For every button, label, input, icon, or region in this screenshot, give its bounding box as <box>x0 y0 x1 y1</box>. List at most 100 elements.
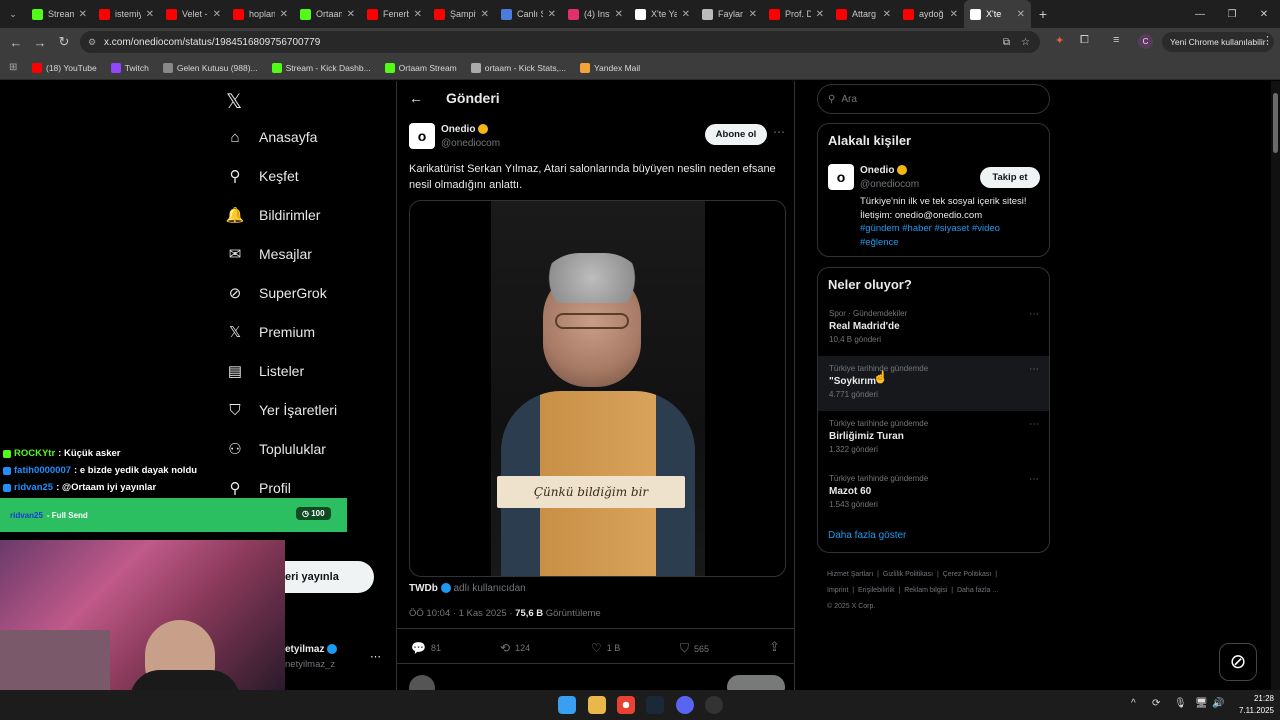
bookmark-item[interactable]: (18) YouTube <box>32 62 97 73</box>
grok-floating-icon[interactable]: ⊘ <box>1219 643 1257 681</box>
tab-close-icon[interactable]: ✕ <box>481 9 489 20</box>
app-icon[interactable] <box>705 696 723 714</box>
browser-tab[interactable]: aydoğ ✕ <box>897 0 964 28</box>
bookmark-item[interactable]: Stream - Kick Dashb... <box>271 62 371 73</box>
bookmark-button[interactable]: ⛉ 565 <box>680 641 709 656</box>
account-name-row[interactable]: etyilmaz <box>285 644 338 655</box>
mic-icon[interactable]: 🎙 <box>1174 698 1187 709</box>
browser-tab[interactable]: Velet - ✕ <box>160 0 227 28</box>
discord-icon[interactable] <box>676 696 694 714</box>
account-more-icon[interactable]: ⋯ <box>370 650 381 663</box>
browser-tab[interactable]: hoplan ✕ <box>227 0 294 28</box>
tab-close-icon[interactable]: ✕ <box>749 9 757 20</box>
trend-item[interactable]: Türkiye tarihinde gündemde "Soykırım" 4.77… <box>818 356 1049 411</box>
tab-close-icon[interactable]: ✕ <box>146 9 154 20</box>
browser-tab[interactable]: X'te Ya ✕ <box>629 0 696 28</box>
post-button[interactable]: eri yayınla <box>285 561 374 593</box>
profile-avatar[interactable]: C <box>1138 34 1153 49</box>
repost-button[interactable]: ⟲ 124 <box>500 641 530 655</box>
chrome-update-button[interactable]: Yeni Chrome kullanılabilir <box>1162 32 1274 52</box>
author-name-row[interactable]: Onedio <box>441 124 489 135</box>
footer-link[interactable]: Çerez Politikası <box>943 571 992 578</box>
bookmark-item[interactable]: ortaam - Kick Stats,... <box>470 62 566 73</box>
scrollbar[interactable] <box>1271 81 1280 690</box>
tab-close-icon[interactable]: ✕ <box>414 9 422 20</box>
footer-link[interactable]: Imprint <box>827 587 848 594</box>
search-box[interactable]: ⚲ Ara <box>817 84 1050 114</box>
clock[interactable]: 21:28 7.11.2025 <box>1230 693 1274 717</box>
menu-icon[interactable]: ⋮ <box>1262 34 1273 47</box>
new-tab-button[interactable]: + <box>1031 6 1055 22</box>
browser-tab[interactable]: Şampiy ✕ <box>428 0 495 28</box>
file-explorer-icon[interactable] <box>588 696 606 714</box>
tab-close-icon[interactable]: ✕ <box>950 9 958 20</box>
browser-tab[interactable]: istemiy ✕ <box>93 0 160 28</box>
forward-icon[interactable]: → <box>28 35 52 50</box>
trend-more-icon[interactable]: ⋯ <box>1029 364 1039 375</box>
minimize-icon[interactable]: — <box>1184 9 1216 20</box>
follow-button[interactable]: Takip et <box>980 167 1040 188</box>
video-attribution[interactable]: TWDb adlı kullanıcıdan <box>409 583 526 594</box>
tab-close-icon[interactable]: ✕ <box>883 9 891 20</box>
sidebar-item-grok[interactable]: ⊘ SuperGrok <box>226 284 327 302</box>
chrome-icon[interactable] <box>617 696 635 714</box>
relevant-name-row[interactable]: Onedio <box>860 165 908 176</box>
tab-search-icon[interactable]: ⌄ <box>0 9 26 20</box>
browser-tab[interactable]: Canlı S ✕ <box>495 0 562 28</box>
sidebar-item-home[interactable]: ⌂ Anasayfa <box>226 128 317 146</box>
install-icon[interactable]: ⧉ <box>1003 37 1010 48</box>
tray-chevron-icon[interactable]: ^ <box>1131 698 1136 709</box>
back-icon[interactable]: ← <box>4 35 28 50</box>
tab-close-icon[interactable]: ✕ <box>347 9 355 20</box>
reply-submit-button[interactable] <box>727 675 785 690</box>
tab-close-icon[interactable]: ✕ <box>682 9 690 20</box>
tab-close-icon[interactable]: ✕ <box>280 9 288 20</box>
footer-link[interactable]: Erişilebilirlik <box>858 587 895 594</box>
volume-icon[interactable]: 🔊 <box>1212 698 1224 709</box>
close-window-icon[interactable]: ✕ <box>1248 9 1280 20</box>
sidebar-item-bookmark[interactable]: ⛉ Yer İşaretleri <box>226 401 337 419</box>
footer-link[interactable]: Daha fazla ... <box>957 587 998 594</box>
extension-icon[interactable]: ✦ <box>1055 34 1064 47</box>
bookmark-item[interactable]: Yandex Mail <box>580 62 640 73</box>
footer-link[interactable]: Hizmet Şartları <box>827 571 873 578</box>
network-icon[interactable]: 🖥 <box>1195 698 1208 709</box>
browser-tab[interactable]: (4) Inst ✕ <box>562 0 629 28</box>
trend-more-icon[interactable]: ⋯ <box>1029 419 1039 430</box>
relevant-avatar[interactable]: o <box>828 164 854 190</box>
sidebar-item-list[interactable]: ▤ Listeler <box>226 362 304 380</box>
like-button[interactable]: ♡ 1 B <box>591 641 620 655</box>
windows-start-icon[interactable] <box>558 696 576 714</box>
trend-more-icon[interactable]: ⋯ <box>1029 309 1039 320</box>
browser-tab[interactable]: Prof. D ✕ <box>763 0 830 28</box>
bookmark-item[interactable]: Gelen Kutusu (988)... <box>162 62 258 73</box>
back-arrow-icon[interactable]: ← <box>409 90 423 106</box>
apps-icon[interactable]: ⊞ <box>9 62 17 73</box>
share-icon[interactable]: ⇪ <box>769 639 780 655</box>
sidebar-item-mail[interactable]: ✉ Mesajlar <box>226 245 312 263</box>
browser-tab[interactable]: Faylar ✕ <box>696 0 763 28</box>
bookmark-item[interactable]: Ortaam Stream <box>384 62 457 73</box>
tab-close-icon[interactable]: ✕ <box>1017 9 1025 20</box>
trend-more-icon[interactable]: ⋯ <box>1029 474 1039 485</box>
star-icon[interactable]: ☆ <box>1021 37 1030 48</box>
address-bar[interactable]: ⚙ x.com/onediocom/status/198451680975670… <box>80 31 1040 53</box>
x-logo[interactable]: 𝕏 <box>226 89 242 114</box>
tab-close-icon[interactable]: ✕ <box>816 9 824 20</box>
steam-icon[interactable] <box>646 696 664 714</box>
trend-item[interactable]: Türkiye tarihinde gündemde Mazot 60 1.543 … <box>818 466 1049 521</box>
reload-icon[interactable]: ↻ <box>52 34 76 50</box>
browser-tab[interactable]: X'te ✕ <box>964 0 1031 28</box>
footer-link[interactable]: Reklam bilgisi <box>904 587 947 594</box>
browser-tab[interactable]: Fenerb ✕ <box>361 0 428 28</box>
post-timestamp[interactable]: ÖÖ 10:04 · 1 Kas 2025 · <box>409 608 513 619</box>
sidebar-item-x-premium[interactable]: 𝕏 Premium <box>226 323 315 341</box>
post-video[interactable]: Çünkü bildiğim bir <box>409 200 786 577</box>
follow-button[interactable]: Abone ol <box>705 124 767 145</box>
author-avatar[interactable]: o <box>409 123 435 149</box>
restore-icon[interactable]: ❐ <box>1216 9 1248 20</box>
site-info-icon[interactable]: ⚙ <box>88 37 96 48</box>
relevant-hashtags[interactable]: #gündem #haber #siyaset #video #eğlence <box>860 222 1040 249</box>
reply-button[interactable]: 💬 81 <box>411 641 441 655</box>
post-more-icon[interactable]: ⋯ <box>773 125 785 139</box>
